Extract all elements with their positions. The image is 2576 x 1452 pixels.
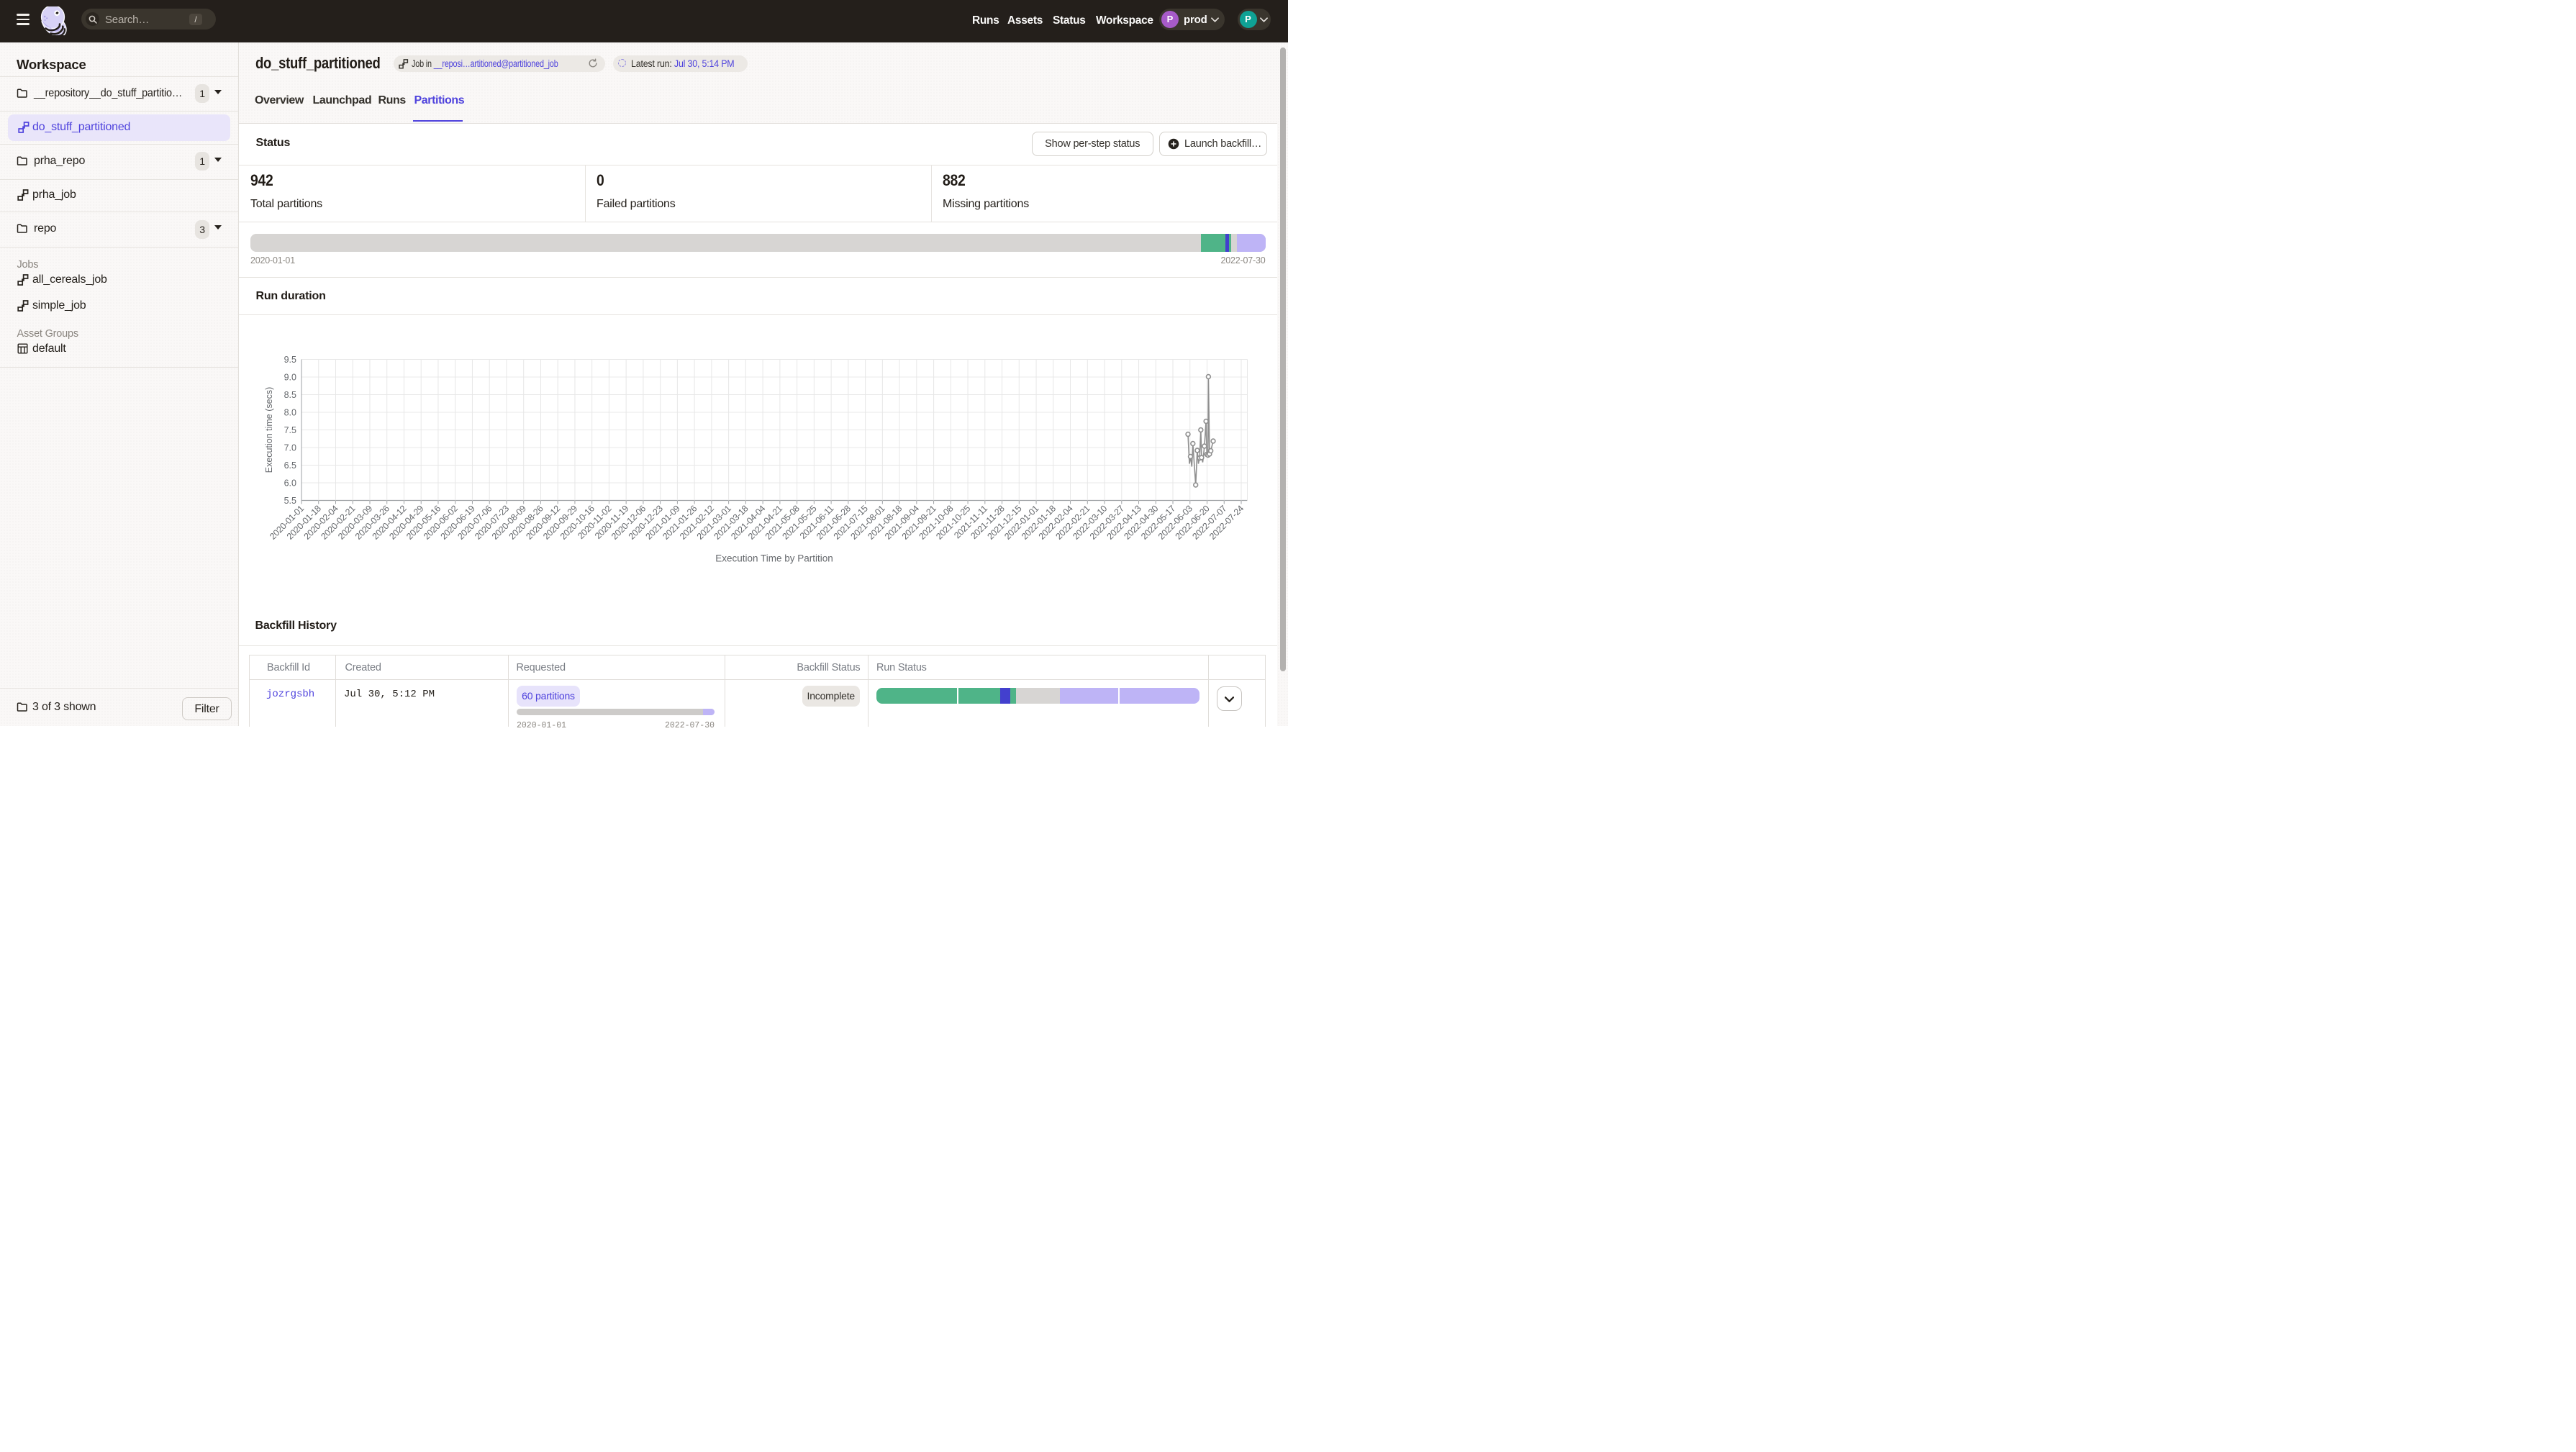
svg-text:Execution time (secs): Execution time (secs) bbox=[264, 386, 274, 472]
svg-text:6.5: 6.5 bbox=[284, 460, 296, 471]
svg-text:5.5: 5.5 bbox=[284, 496, 296, 506]
svg-text:7.5: 7.5 bbox=[284, 425, 296, 435]
svg-text:9.5: 9.5 bbox=[284, 355, 296, 365]
svg-text:8.0: 8.0 bbox=[284, 407, 296, 417]
svg-text:6.0: 6.0 bbox=[284, 478, 296, 488]
svg-text:Execution Time by Partition: Execution Time by Partition bbox=[715, 553, 833, 563]
svg-text:7.0: 7.0 bbox=[284, 443, 296, 453]
svg-text:8.5: 8.5 bbox=[284, 390, 296, 400]
svg-text:9.0: 9.0 bbox=[284, 372, 296, 382]
